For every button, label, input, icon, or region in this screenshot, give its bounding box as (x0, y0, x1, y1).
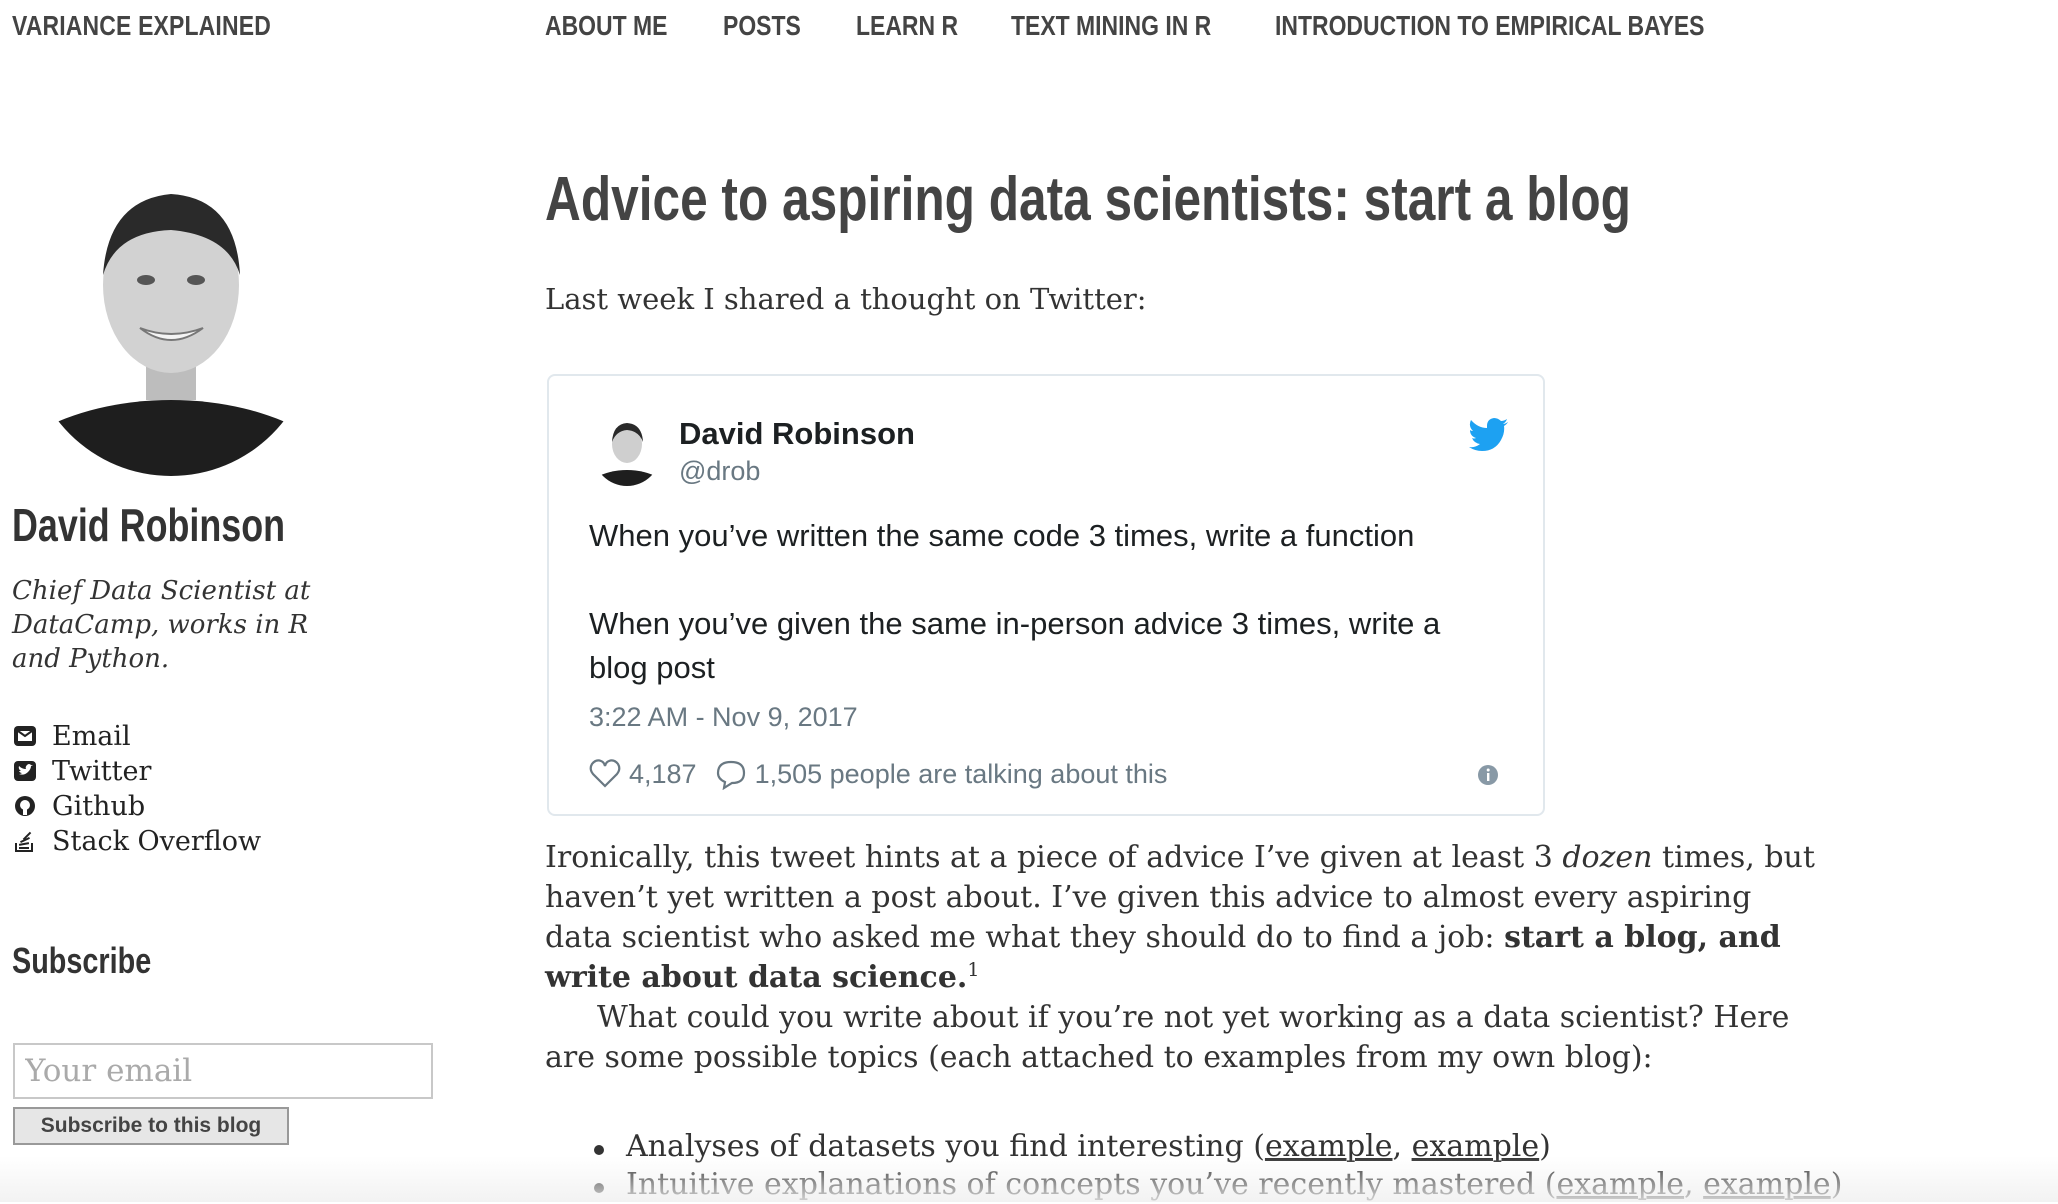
envelope-icon (14, 726, 36, 746)
tweet-author-name[interactable]: David Robinson (679, 416, 915, 452)
subscribe-email-input[interactable] (13, 1043, 433, 1099)
author-bio: Chief Data Scientist at DataCamp, works … (12, 576, 311, 674)
social-label-github: Github (52, 790, 146, 822)
subscribe-heading: Subscribe (12, 940, 152, 981)
tweet-timestamp[interactable]: 3:22 AM - Nov 9, 2017 (589, 702, 858, 733)
github-icon (15, 796, 35, 816)
social-link-twitter[interactable]: Twitter (12, 751, 151, 791)
list-item: Analyses of datasets you find interestin… (590, 1128, 1842, 1166)
comma-separator: , (1392, 1129, 1412, 1164)
author-name: David Robinson (12, 499, 286, 551)
tweet-author-avatar[interactable] (593, 418, 661, 486)
tweet-actions: 4,187 1,505 people are talking about thi… (589, 754, 1167, 794)
twitter-square-icon (14, 761, 36, 781)
comment-bubble-icon[interactable] (715, 758, 747, 790)
social-label-email: Email (52, 720, 131, 752)
post-intro: Last week I shared a thought on Twitter: (545, 282, 1147, 316)
social-label-twitter: Twitter (52, 755, 152, 787)
post-paragraph-2: What could you write about if you’re not… (545, 1000, 1790, 1075)
close-paren: ) (1830, 1167, 1843, 1202)
tweet-author-handle[interactable]: @drob (679, 456, 760, 487)
info-icon[interactable] (1477, 764, 1499, 786)
para1-text-pre: Ironically, this tweet hints at a piece … (545, 840, 1563, 875)
footnote-ref-1[interactable]: 1 (967, 959, 979, 981)
site-brand[interactable]: VARIANCE EXPLAINED (12, 10, 271, 42)
tweet-like-count[interactable]: 4,187 (629, 759, 697, 790)
example-link[interactable]: example (1412, 1129, 1540, 1164)
social-link-email[interactable]: Email (12, 716, 131, 756)
tweet-line-1: When you’ve written the same code 3 time… (589, 518, 1415, 553)
para1-emphasis: dozen (1562, 840, 1653, 875)
tweet-line-2: When you’ve given the same in-person adv… (589, 606, 1441, 685)
post-paragraph-1: Ironically, this tweet hints at a piece … (545, 838, 1820, 998)
topic-list: Analyses of datasets you find interestin… (590, 1128, 1842, 1204)
example-link[interactable]: example (1703, 1167, 1831, 1202)
nav-posts[interactable]: POSTS (723, 10, 801, 42)
nav-introduction-to-empirical-bayes[interactable]: INTRODUCTION TO EMPIRICAL BAYES (1275, 10, 1704, 42)
stack-overflow-icon (15, 831, 33, 852)
tweet-text: When you’ve written the same code 3 time… (589, 514, 1489, 690)
topic-text: Intuitive explanations of concepts you’v… (626, 1167, 1557, 1202)
post-title: Advice to aspiring data scientists: star… (545, 165, 1631, 234)
bullet-dot (594, 1145, 604, 1155)
topic-text: Analyses of datasets you find interestin… (626, 1129, 1265, 1164)
tweet-talking-count[interactable]: 1,505 people are talking about this (755, 759, 1168, 790)
nav-learn-r[interactable]: LEARN R (856, 10, 958, 42)
comma-separator: , (1684, 1167, 1704, 1202)
heart-icon[interactable] (589, 758, 621, 790)
twitter-bird-icon[interactable] (1469, 418, 1509, 452)
embedded-tweet[interactable]: David Robinson @drob When you’ve written… (547, 374, 1545, 816)
social-label-stack-overflow: Stack Overflow (52, 825, 262, 857)
bullet-dot (594, 1183, 604, 1193)
author-avatar (28, 190, 314, 476)
social-link-stack-overflow[interactable]: Stack Overflow (12, 821, 261, 861)
nav-about-me[interactable]: ABOUT ME (545, 10, 667, 42)
close-paren: ) (1539, 1129, 1551, 1164)
nav-text-mining-in-r[interactable]: TEXT MINING IN R (1011, 10, 1211, 42)
example-link[interactable]: example (1265, 1129, 1393, 1164)
subscribe-button[interactable]: Subscribe to this blog (13, 1107, 289, 1145)
list-item: Intuitive explanations of concepts you’v… (590, 1166, 1842, 1204)
example-link[interactable]: example (1556, 1167, 1684, 1202)
social-link-github[interactable]: Github (12, 786, 145, 826)
